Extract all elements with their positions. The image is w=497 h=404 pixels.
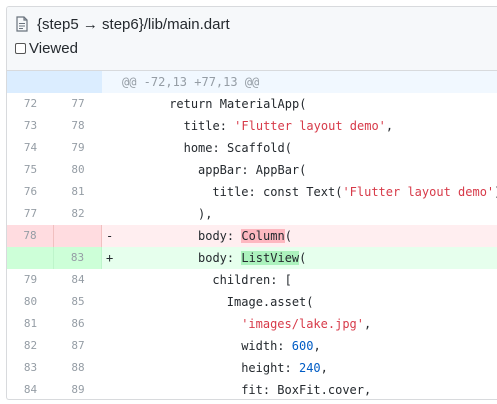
- code-text: width: 600,: [241, 339, 321, 353]
- hunk-header: @@ -72,13 +77,13 @@: [122, 75, 260, 89]
- diff-row: 73 78 title: 'Flutter layout demo',: [7, 115, 497, 137]
- new-line-number[interactable]: 84: [54, 269, 102, 291]
- diff-sign: [102, 181, 122, 203]
- viewed-checkbox[interactable]: [15, 42, 26, 54]
- hunk-expand-new[interactable]: [54, 71, 102, 93]
- diff-row: 79 84 children: [: [7, 269, 497, 291]
- diff-row: 74 79 home: Scaffold(: [7, 137, 497, 159]
- code-text: body: Column(: [198, 229, 292, 243]
- new-line-number[interactable]: 78: [54, 115, 102, 137]
- diff-sign: [102, 159, 122, 181]
- diff-sign: -: [106, 229, 114, 243]
- old-line-number[interactable]: 73: [7, 115, 54, 137]
- code-text: 'images/lake.jpg',: [241, 317, 372, 331]
- old-line-number[interactable]: 81: [7, 313, 54, 335]
- code-text: title: 'Flutter layout demo',: [183, 119, 394, 133]
- old-line-number[interactable]: 74: [7, 137, 54, 159]
- diff-row: 77 82),: [7, 203, 497, 225]
- diff-sign: [102, 203, 122, 225]
- hunk-expand-old[interactable]: [7, 71, 54, 93]
- diff-row: 84 89 fit: BoxFit.cover,: [7, 379, 497, 399]
- diff-row-deleted: 78 - body: Column(: [7, 225, 497, 247]
- viewed-toggle[interactable]: Viewed: [15, 38, 78, 58]
- code-text: ),: [198, 207, 213, 221]
- diff-row: 75 80 appBar: AppBar(: [7, 159, 497, 181]
- new-line-number[interactable]: [54, 225, 102, 247]
- diff-row: 82 87 width: 600,: [7, 335, 497, 357]
- code-text: body: ListView(: [198, 251, 307, 265]
- old-line-number[interactable]: 77: [7, 203, 54, 225]
- new-line-number[interactable]: 86: [54, 313, 102, 335]
- diff-table: @@ -72,13 +77,13 @@ 72 77 return MaterialA…: [7, 71, 497, 399]
- diff-row-added: 83 + body: ListView(: [7, 247, 497, 269]
- code-text: Image.asset(: [226, 295, 314, 309]
- diff-sign: [102, 357, 122, 379]
- new-line-number[interactable]: 88: [54, 357, 102, 379]
- new-line-number[interactable]: 83: [54, 247, 102, 269]
- old-line-number[interactable]: 72: [7, 93, 54, 115]
- new-line-number[interactable]: 81: [54, 181, 102, 203]
- new-line-number[interactable]: 87: [54, 335, 102, 357]
- new-line-number[interactable]: 89: [54, 379, 102, 399]
- code-text: return MaterialApp(: [169, 97, 307, 111]
- diff-sign: [102, 291, 122, 313]
- old-line-number[interactable]: [7, 247, 54, 269]
- diff-sign: [102, 335, 122, 357]
- old-line-number[interactable]: 83: [7, 357, 54, 379]
- new-line-number[interactable]: 80: [54, 159, 102, 181]
- file-icon: [15, 16, 29, 32]
- old-line-number[interactable]: 76: [7, 181, 54, 203]
- code-text: title: const Text('Flutter layout demo')…: [212, 185, 497, 199]
- old-line-number[interactable]: 80: [7, 291, 54, 313]
- code-text: fit: BoxFit.cover,: [241, 383, 372, 397]
- new-line-number[interactable]: 82: [54, 203, 102, 225]
- old-line-number[interactable]: 84: [7, 379, 54, 399]
- diff-row: 72 77 return MaterialApp(: [7, 93, 497, 115]
- file-path[interactable]: {step5 → step6}/lib/main.dart: [37, 16, 230, 33]
- diff-row: 80 85 Image.asset(: [7, 291, 497, 313]
- code-text: children: [: [212, 273, 292, 287]
- diff-row: 81 86 'images/lake.jpg',: [7, 313, 497, 335]
- new-line-number[interactable]: 79: [54, 137, 102, 159]
- diff-row: 76 81 title: const Text('Flutter layout de…: [7, 181, 497, 203]
- diff-sign: [102, 313, 122, 335]
- diff-sign: [102, 137, 122, 159]
- old-line-number[interactable]: 79: [7, 269, 54, 291]
- diff-sign: [102, 93, 122, 115]
- diff-sign: [102, 115, 122, 137]
- file-path-row: {step5 → step6}/lib/main.dart: [15, 14, 230, 34]
- diff-row: 83 88 height: 240,: [7, 357, 497, 379]
- code-text: height: 240,: [241, 361, 328, 375]
- hunk-header-row: @@ -72,13 +77,13 @@: [7, 71, 497, 93]
- code-text: home: Scaffold(: [183, 141, 292, 155]
- viewed-label: Viewed: [29, 39, 78, 57]
- old-line-number[interactable]: 78: [7, 225, 54, 247]
- new-line-number[interactable]: 85: [54, 291, 102, 313]
- code-text: appBar: AppBar(: [198, 163, 307, 177]
- diff-file-card: {step5 → step6}/lib/main.dart Viewed @@ …: [6, 6, 497, 400]
- new-line-number[interactable]: 77: [54, 93, 102, 115]
- old-line-number[interactable]: 75: [7, 159, 54, 181]
- diff-sign: [102, 269, 122, 291]
- diff-sign: +: [106, 251, 114, 265]
- diff-sign: [102, 379, 122, 399]
- old-line-number[interactable]: 82: [7, 335, 54, 357]
- file-header: {step5 → step6}/lib/main.dart Viewed: [7, 7, 497, 71]
